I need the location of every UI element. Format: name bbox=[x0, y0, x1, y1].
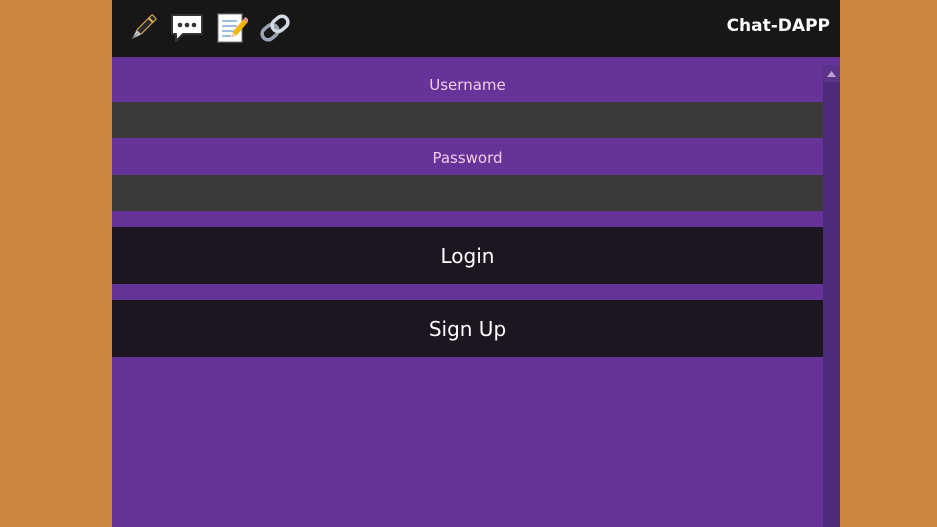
password-label: Password bbox=[432, 149, 503, 167]
username-input[interactable] bbox=[112, 102, 823, 138]
username-label: Username bbox=[429, 76, 506, 94]
memo-icon[interactable] bbox=[212, 10, 250, 46]
vertical-scrollbar[interactable] bbox=[823, 65, 840, 527]
signup-button[interactable]: Sign Up bbox=[112, 300, 823, 357]
scroll-up-arrow-icon[interactable] bbox=[823, 65, 840, 82]
top-bar: Chat-DAPP bbox=[112, 0, 840, 57]
chat-bubble-icon[interactable] bbox=[168, 10, 206, 46]
app-container: Chat-DAPP Username Password Login Sign U… bbox=[112, 0, 840, 527]
login-button[interactable]: Login bbox=[112, 227, 823, 284]
pen-icon[interactable] bbox=[124, 10, 162, 46]
password-input[interactable] bbox=[112, 175, 823, 211]
app-title: Chat-DAPP bbox=[726, 16, 830, 36]
link-icon[interactable] bbox=[256, 10, 294, 46]
login-form: Username Password Login Sign Up bbox=[112, 57, 823, 527]
